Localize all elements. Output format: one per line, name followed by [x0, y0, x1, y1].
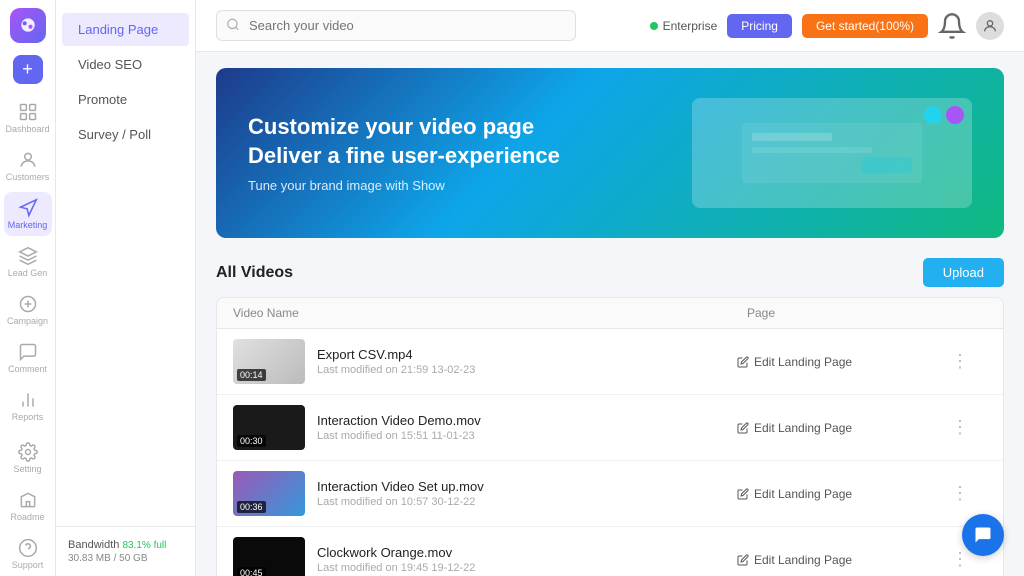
edit-landing-link[interactable]: Edit Landing Page	[737, 487, 937, 501]
banner-preview	[692, 98, 972, 208]
video-name: Interaction Video Demo.mov	[317, 413, 481, 428]
more-options-button[interactable]: ⋮	[947, 347, 987, 376]
banner-subtitle: Tune your brand image with Show	[248, 178, 560, 193]
chat-bubble-button[interactable]	[962, 514, 1004, 556]
more-options-button[interactable]: ⋮	[947, 413, 987, 442]
sidebar-item-setting[interactable]: Setting	[4, 436, 52, 480]
content-area: Customize your video pageDeliver a fine …	[196, 52, 1024, 576]
table-row: 00:45 Clockwork Orange.mov Last modified…	[217, 527, 1003, 576]
video-duration: 00:30	[237, 435, 266, 447]
video-modified: Last modified on 19:45 19-12-22	[317, 562, 475, 574]
section-header: All Videos Upload	[216, 258, 1004, 287]
video-info: 00:45 Clockwork Orange.mov Last modified…	[233, 537, 727, 576]
sub-sidebar-item-survey-poll[interactable]: Survey / Poll	[62, 118, 189, 151]
sidebar-item-marketing[interactable]: Marketing	[4, 192, 52, 236]
sidebar-item-reports[interactable]: Reports	[4, 384, 52, 428]
icon-sidebar: + Dashboard Customers Marketing Lead Gen…	[0, 0, 56, 576]
edit-landing-link[interactable]: Edit Landing Page	[737, 421, 937, 435]
col-video-name: Video Name	[233, 306, 747, 320]
bandwidth-section: Bandwidth 83.1% full 30.83 MB / 50 GB	[56, 526, 195, 576]
pricing-button[interactable]: Pricing	[727, 14, 792, 38]
sidebar-item-support[interactable]: Support	[4, 532, 52, 576]
sidebar-item-campaign[interactable]: Campaign	[4, 288, 52, 332]
table-header: Video Name Page	[217, 298, 1003, 329]
video-modified: Last modified on 10:57 30-12-22	[317, 496, 484, 508]
video-duration: 00:45	[237, 567, 266, 576]
preview-dot-2	[946, 106, 964, 124]
video-thumbnail: 00:30	[233, 405, 305, 450]
sidebar-item-roadme[interactable]: Roadme	[4, 484, 52, 528]
banner-preview-inner	[692, 98, 972, 208]
video-name: Export CSV.mp4	[317, 347, 475, 362]
video-thumbnail: 00:14	[233, 339, 305, 384]
app-logo	[10, 8, 46, 43]
sidebar-item-comment[interactable]: Comment	[4, 336, 52, 380]
video-info: 00:30 Interaction Video Demo.mov Last mo…	[233, 405, 727, 450]
table-row: 00:14 Export CSV.mp4 Last modified on 21…	[217, 329, 1003, 395]
search-input[interactable]	[216, 10, 576, 41]
sub-sidebar-item-promote[interactable]: Promote	[62, 83, 189, 116]
edit-landing-link[interactable]: Edit Landing Page	[737, 553, 937, 567]
sidebar-item-customers[interactable]: Customers	[4, 144, 52, 188]
enterprise-dot	[650, 22, 658, 30]
bandwidth-value: 30.83 MB / 50 GB	[68, 553, 183, 564]
col-page: Page	[747, 306, 947, 320]
video-modified: Last modified on 21:59 13-02-23	[317, 364, 475, 376]
video-duration: 00:36	[237, 501, 266, 513]
video-table: Video Name Page 00:14 Export CSV.mp4 Las…	[216, 297, 1004, 576]
bandwidth-label: Bandwidth 83.1% full	[68, 539, 183, 551]
enterprise-badge: Enterprise	[650, 19, 718, 33]
header-right: Enterprise Pricing Get started(100%)	[650, 12, 1004, 40]
avatar[interactable]	[976, 12, 1004, 40]
video-modified: Last modified on 15:51 11-01-23	[317, 430, 481, 442]
bell-icon[interactable]	[938, 12, 966, 40]
sub-sidebar-item-video-seo[interactable]: Video SEO	[62, 48, 189, 81]
banner-title: Customize your video pageDeliver a fine …	[248, 113, 560, 170]
search-icon	[226, 17, 240, 34]
get-started-button[interactable]: Get started(100%)	[802, 14, 928, 38]
table-row: 00:30 Interaction Video Demo.mov Last mo…	[217, 395, 1003, 461]
section-title: All Videos	[216, 264, 293, 282]
video-info: 00:14 Export CSV.mp4 Last modified on 21…	[233, 339, 727, 384]
video-duration: 00:14	[237, 369, 266, 381]
search-bar	[216, 10, 576, 41]
more-options-button[interactable]: ⋮	[947, 479, 987, 508]
video-name: Interaction Video Set up.mov	[317, 479, 484, 494]
video-thumbnail: 00:45	[233, 537, 305, 576]
video-info: 00:36 Interaction Video Set up.mov Last …	[233, 471, 727, 516]
video-name: Clockwork Orange.mov	[317, 545, 475, 560]
video-thumbnail: 00:36	[233, 471, 305, 516]
sub-sidebar: Landing Page Video SEO Promote Survey / …	[56, 0, 196, 576]
sidebar-item-leadgen[interactable]: Lead Gen	[4, 240, 52, 284]
top-header: Enterprise Pricing Get started(100%)	[196, 0, 1024, 52]
sidebar-item-dashboard[interactable]: Dashboard	[4, 96, 52, 140]
banner: Customize your video pageDeliver a fine …	[216, 68, 1004, 238]
upload-button[interactable]: Upload	[923, 258, 1004, 287]
main-area: Enterprise Pricing Get started(100%) Cus…	[196, 0, 1024, 576]
edit-landing-link[interactable]: Edit Landing Page	[737, 355, 937, 369]
sub-sidebar-item-landing-page[interactable]: Landing Page	[62, 13, 189, 46]
add-button[interactable]: +	[13, 55, 43, 84]
banner-text: Customize your video pageDeliver a fine …	[248, 113, 560, 193]
table-row: 00:36 Interaction Video Set up.mov Last …	[217, 461, 1003, 527]
